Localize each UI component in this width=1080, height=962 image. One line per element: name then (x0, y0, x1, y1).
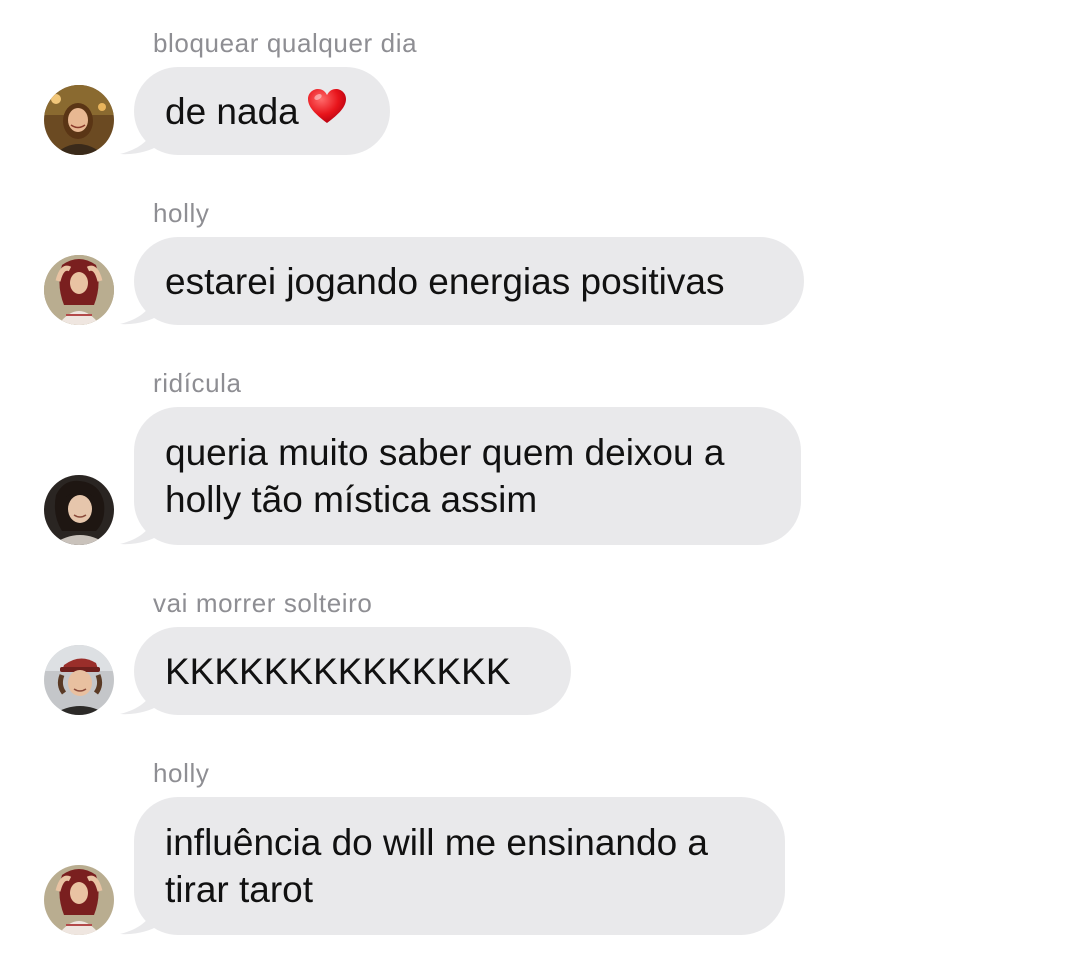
message-bubble[interactable]: de nada (134, 67, 390, 155)
sender-name: holly (153, 758, 210, 788)
message-bubble[interactable]: queria muito saber quem deixou a holly t… (134, 407, 801, 545)
message-bubble-wrap: KKKKKKKKKKKKKK (120, 627, 580, 715)
message-bubble[interactable]: estarei jogando energias positivas (134, 237, 804, 325)
chat-thread: bloquear qualquer dia de nada holly esta… (0, 0, 1080, 962)
message-bubble[interactable]: influência do will me ensinando a tirar … (134, 797, 785, 935)
message-text-line: queria muito saber quem deixou a (165, 432, 725, 473)
message-text: estarei jogando energias positivas (165, 260, 725, 302)
message-text: KKKKKKKKKKKKKK (165, 650, 511, 692)
sender-name: bloquear qualquer dia (153, 28, 418, 58)
avatar[interactable] (44, 475, 114, 545)
message-bubble[interactable]: KKKKKKKKKKKKKK (134, 627, 571, 715)
message-text: de nada (165, 90, 299, 132)
message-text-line: holly tão mística assim (165, 479, 538, 520)
sender-name: holly (153, 198, 210, 228)
heart-emoji-icon (307, 88, 347, 135)
message-bubble-wrap: de nada (120, 67, 400, 155)
message-bubble-wrap: estarei jogando energias positivas (120, 237, 810, 325)
message-bubble-wrap: influência do will me ensinando a tirar … (120, 797, 790, 935)
avatar[interactable] (44, 255, 114, 325)
sender-name: vai morrer solteiro (153, 588, 373, 618)
avatar[interactable] (44, 865, 114, 935)
message-bubble-wrap: queria muito saber quem deixou a holly t… (120, 407, 810, 545)
message-text-line: influência do will me ensinando a (165, 822, 709, 863)
avatar[interactable] (44, 645, 114, 715)
avatar[interactable] (44, 85, 114, 155)
message-text-line: tirar tarot (165, 869, 314, 910)
sender-name: ridícula (153, 368, 242, 398)
